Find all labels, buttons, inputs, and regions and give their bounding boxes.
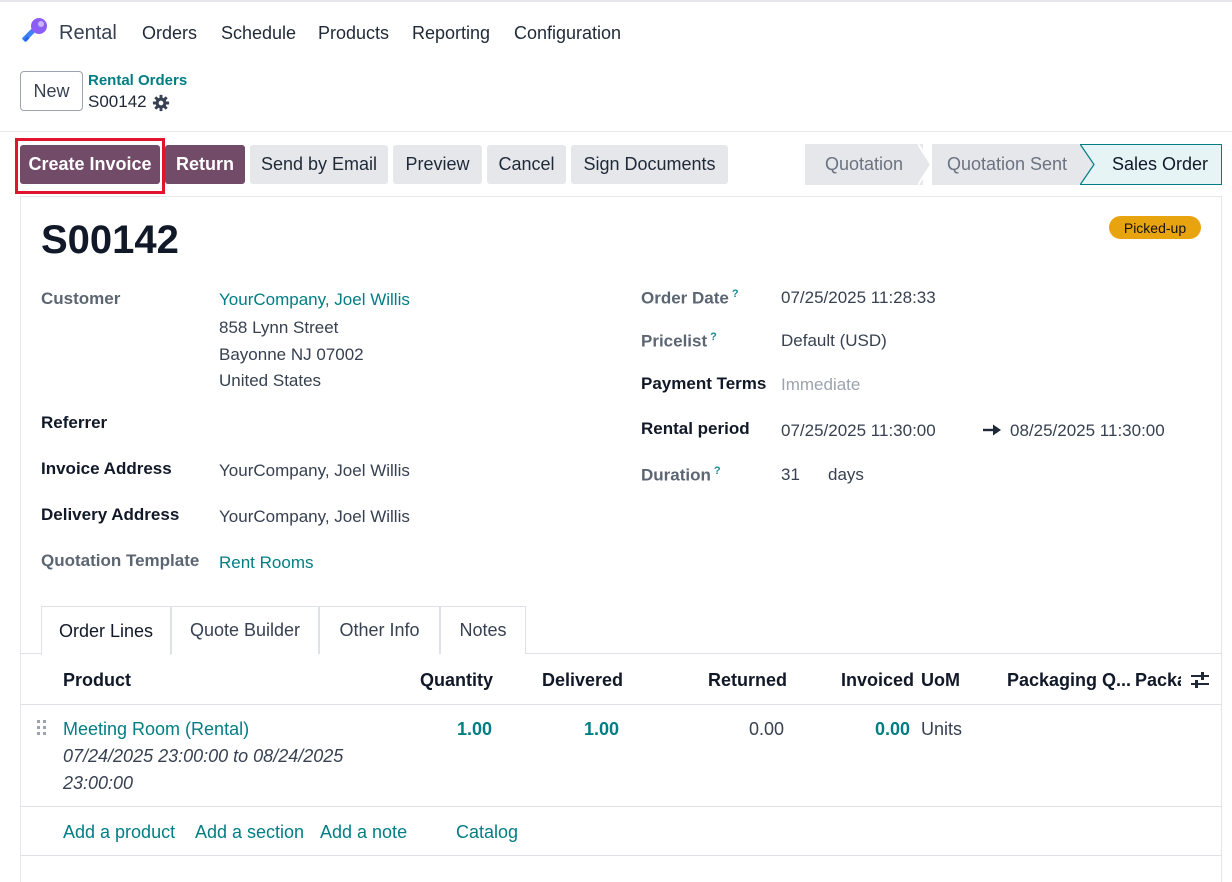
- status-quotation-sent[interactable]: Quotation Sent: [932, 144, 1082, 185]
- sign-documents-button[interactable]: Sign Documents: [571, 145, 728, 184]
- add-note-link[interactable]: Add a note: [320, 822, 407, 843]
- drag-handle-icon[interactable]: [36, 719, 48, 737]
- tab-notes[interactable]: Notes: [440, 606, 526, 654]
- nav-products[interactable]: Products: [318, 23, 389, 44]
- pricelist-field[interactable]: Default (USD): [781, 331, 887, 351]
- column-returned[interactable]: Returned: [708, 670, 787, 691]
- order-date-label: Order Date?: [641, 288, 739, 309]
- duration-label: Duration?: [641, 465, 721, 486]
- row-invoiced[interactable]: 0.00: [875, 719, 910, 740]
- quotation-template-label: Quotation Template: [41, 551, 200, 570]
- customer-address-line2: Bayonne NJ 07002: [219, 345, 364, 364]
- column-quantity[interactable]: Quantity: [420, 670, 493, 691]
- arrow-right-icon: [983, 424, 1001, 436]
- record-title: S00142: [41, 218, 179, 262]
- payment-terms-label: Payment Terms: [641, 374, 767, 393]
- referrer-label: Referrer: [41, 413, 108, 432]
- add-section-link[interactable]: Add a section: [195, 822, 304, 843]
- delivery-address-label: Delivery Address: [41, 505, 180, 524]
- form-sheet: [20, 196, 1222, 882]
- new-button[interactable]: New: [20, 71, 83, 111]
- optional-columns-icon[interactable]: [1189, 670, 1211, 690]
- column-invoiced[interactable]: Invoiced: [841, 670, 914, 691]
- rental-end-field[interactable]: 08/25/2025 11:30:00: [1010, 421, 1165, 441]
- column-packaging[interactable]: Packa: [1135, 670, 1181, 691]
- rental-period-label: Rental period: [641, 419, 750, 438]
- table-header-divider: [20, 704, 1222, 705]
- breadcrumb-current-record: S00142: [88, 92, 147, 111]
- add-product-link[interactable]: Add a product: [63, 822, 175, 843]
- table-row-divider: [20, 806, 1222, 807]
- header-divider: [0, 131, 1232, 132]
- status-arrow-1: [918, 144, 932, 185]
- nav-orders[interactable]: Orders: [142, 23, 197, 44]
- customer-field[interactable]: YourCompany, Joel Willis: [219, 290, 410, 310]
- invoice-address-label: Invoice Address: [41, 459, 172, 478]
- rental-start-field[interactable]: 07/25/2025 11:30:00: [781, 421, 936, 441]
- status-quotation[interactable]: Quotation: [805, 144, 923, 185]
- duration-label-text: Duration: [641, 465, 711, 485]
- invoice-address-field[interactable]: YourCompany, Joel Willis: [219, 461, 410, 481]
- breadcrumb-rental-orders[interactable]: Rental Orders: [88, 72, 187, 89]
- customer-label: Customer: [41, 289, 121, 308]
- duration-value-field[interactable]: 31: [781, 465, 800, 485]
- highlight-box: [15, 138, 165, 194]
- catalog-link[interactable]: Catalog: [456, 822, 518, 843]
- referrer-field[interactable]: [219, 413, 599, 435]
- customer-address-line1: 858 Lynn Street: [219, 318, 339, 337]
- tab-quote-builder[interactable]: Quote Builder: [171, 606, 319, 654]
- row-returned[interactable]: 0.00: [749, 719, 784, 740]
- return-button[interactable]: Return: [165, 145, 245, 184]
- cancel-button[interactable]: Cancel: [487, 145, 566, 184]
- status-badge: Picked-up: [1109, 216, 1201, 239]
- status-arrow-2: [1080, 144, 1100, 185]
- app-name[interactable]: Rental: [59, 22, 117, 45]
- help-icon[interactable]: ?: [710, 331, 717, 343]
- top-navbar: Rental Orders Schedule Products Reportin…: [0, 0, 1232, 62]
- duration-unit: days: [828, 465, 864, 484]
- nav-configuration[interactable]: Configuration: [514, 23, 621, 44]
- preview-button[interactable]: Preview: [393, 145, 482, 184]
- help-icon[interactable]: ?: [714, 465, 721, 477]
- rental-key-icon[interactable]: [18, 16, 50, 48]
- order-date-field[interactable]: 07/25/2025 11:28:33: [781, 288, 936, 308]
- table-footer-divider: [20, 855, 1222, 856]
- nav-schedule[interactable]: Schedule: [221, 23, 296, 44]
- pricelist-label: Pricelist?: [641, 331, 717, 352]
- payment-terms-field[interactable]: Immediate: [781, 375, 860, 395]
- column-product[interactable]: Product: [63, 670, 131, 691]
- pricelist-label-text: Pricelist: [641, 331, 708, 351]
- quotation-template-field[interactable]: Rent Rooms: [219, 553, 313, 573]
- tab-other-info[interactable]: Other Info: [319, 606, 440, 654]
- nav-reporting[interactable]: Reporting: [412, 23, 490, 44]
- column-uom[interactable]: UoM: [921, 670, 960, 691]
- delivery-address-field[interactable]: YourCompany, Joel Willis: [219, 507, 410, 527]
- row-period-line2: 23:00:00: [63, 773, 134, 793]
- row-period-line1: 07/24/2025 23:00:00 to 08/24/2025: [63, 746, 344, 766]
- column-delivered[interactable]: Delivered: [542, 670, 623, 691]
- send-by-email-button[interactable]: Send by Email: [250, 145, 388, 184]
- status-sales-order[interactable]: Sales Order: [1099, 144, 1222, 185]
- order-date-label-text: Order Date: [641, 288, 729, 308]
- row-quantity[interactable]: 1.00: [457, 719, 492, 740]
- column-packaging-qty[interactable]: Packaging Q...: [1007, 670, 1131, 691]
- row-delivered[interactable]: 1.00: [584, 719, 619, 740]
- gear-icon[interactable]: [152, 94, 170, 112]
- customer-address-line3: United States: [219, 371, 322, 390]
- row-uom[interactable]: Units: [921, 719, 962, 740]
- row-product[interactable]: Meeting Room (Rental): [63, 719, 249, 740]
- help-icon[interactable]: ?: [732, 288, 739, 300]
- tab-order-lines[interactable]: Order Lines: [41, 606, 171, 655]
